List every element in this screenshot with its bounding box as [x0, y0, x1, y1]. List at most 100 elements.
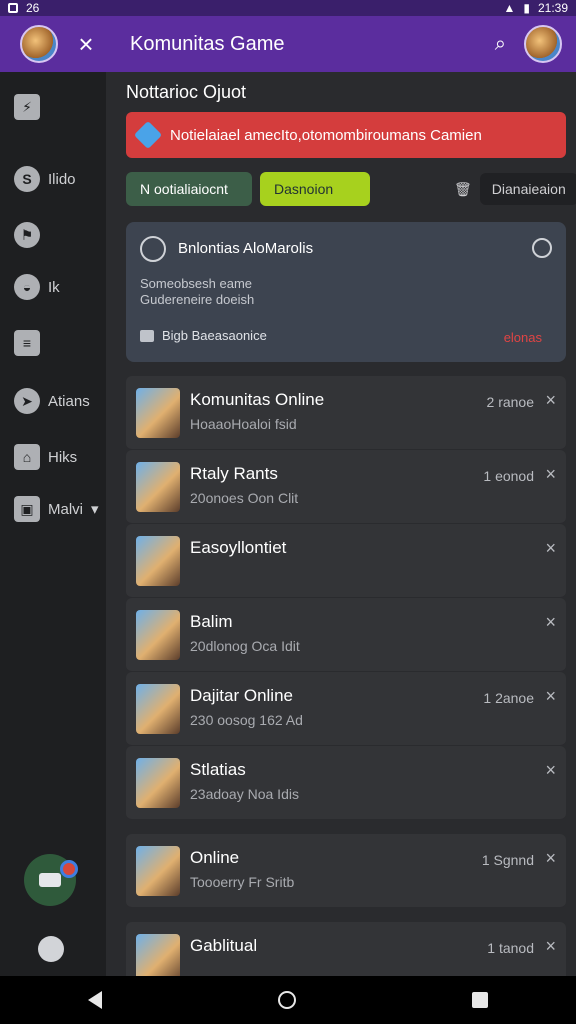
card-footer: Bigb Baeasaonice [140, 328, 267, 343]
sidebar: ⚡ S Ilido ⚑ ◒ Ik ≡ ➤ Atians ⌂ Hiks ▣ Mal… [0, 72, 106, 976]
sidebar-item-6[interactable]: ⌂ Hiks [14, 444, 77, 470]
sidebar-item-label-6: Hiks [48, 448, 78, 466]
sidebar-item-plug[interactable]: ⚡ [14, 94, 40, 120]
game-thumbnail [136, 536, 180, 586]
gem-icon [133, 120, 163, 150]
game-thumbnail [136, 846, 180, 896]
tag-icon [140, 329, 154, 342]
game-row-0[interactable]: Komunitas Online HoaaoHoaloi fsid 2 rano… [126, 376, 566, 450]
sidebar-item-label-3: Ik [48, 278, 60, 296]
card-footer-text: Bigb Baeasaonice [162, 328, 267, 343]
chip-dianaieaion-label: Dianaieaion [479, 173, 576, 205]
send-icon: ➤ [14, 388, 40, 414]
game-row-2[interactable]: Easoyllontiet × [126, 524, 566, 598]
status-bar: 26 ▲ ▮ 21:39 [0, 0, 576, 16]
hat-icon: ◒ [14, 274, 40, 300]
chip-notification[interactable]: N ootialiaiocnt [126, 172, 252, 206]
chat-icon [39, 873, 61, 887]
close-icon[interactable]: × [545, 390, 556, 411]
trash-icon: 🗑 [454, 180, 472, 197]
game-subtitle: 20onoes Oon Clit [190, 490, 299, 506]
status-right: ▲ ▮ 21:39 [503, 1, 568, 15]
game-thumbnail [136, 684, 180, 734]
section-title: Nottarioc Ojuot [126, 82, 247, 102]
chevron-down-icon: ▾ [91, 501, 99, 518]
game-title: Balim [190, 612, 233, 631]
game-title: Dajitar Online [190, 686, 293, 705]
close-icon[interactable]: × [545, 538, 556, 559]
profile-avatar[interactable] [20, 25, 58, 63]
wifi-icon: ▲ [503, 1, 516, 15]
status-time-left: 26 [26, 1, 40, 15]
game-thumbnail [136, 610, 180, 660]
home-button[interactable] [278, 991, 296, 1009]
chip-discussion-label: Dasnoion [274, 181, 334, 197]
game-subtitle: HoaaoHoaloi fsid [190, 416, 297, 432]
recents-button[interactable] [472, 992, 488, 1008]
sidebar-item-label-7: Malvi [48, 500, 84, 518]
sidebar-item-1[interactable]: S Ilido [14, 166, 76, 192]
game-thumbnail [136, 388, 180, 438]
game-thumbnail [136, 462, 180, 512]
game-meta: 1 eonod [483, 468, 534, 484]
game-list: Komunitas Online HoaaoHoaloi fsid 2 rano… [126, 376, 566, 996]
game-subtitle: 230 oosog 162 Ad [190, 712, 303, 728]
status-left: 26 [8, 1, 39, 15]
sidebar-item-4[interactable]: ≡ [14, 330, 40, 356]
plug-icon: ⚡ [14, 94, 40, 120]
game-title: Rtaly Rants [190, 464, 278, 483]
card-title: Bnlontias AloMarolis [178, 240, 314, 257]
sidebar-item-2[interactable]: ⚑ [14, 222, 40, 248]
card-status-red: elonas [503, 330, 542, 345]
game-subtitle: Toooerry Fr Sritb [190, 874, 295, 890]
close-icon[interactable]: × [545, 612, 556, 633]
list-icon: ≡ [14, 330, 40, 356]
info-card[interactable]: Bnlontias AloMarolis Someobsesh eame Gud… [126, 222, 566, 362]
wrench-icon [140, 236, 166, 262]
game-meta: 1 2anoe [483, 690, 534, 706]
sidebar-item-5[interactable]: ➤ Atians [14, 388, 90, 414]
search-icon[interactable]: ⌕ [495, 33, 506, 56]
game-title: Online [190, 848, 240, 867]
sidebar-item-7[interactable]: ▣ Malvi ▾ [14, 496, 99, 522]
close-icon[interactable]: × [545, 848, 556, 869]
sidebar-item-label-5: Atians [48, 392, 90, 410]
person-icon: ⚑ [14, 222, 40, 248]
game-subtitle: 20dlonog Oca Idit [190, 638, 300, 654]
battery-icon: ▮ [523, 1, 530, 15]
group-icon[interactable] [38, 936, 64, 962]
game-row-4[interactable]: Dajitar Online 230 oosog 162 Ad 1 2anoe … [126, 672, 566, 746]
close-icon[interactable]: × [545, 686, 556, 707]
s-icon: S [14, 166, 40, 192]
close-icon[interactable]: × [545, 464, 556, 485]
close-icon[interactable]: × [545, 760, 556, 781]
alert-banner[interactable]: Notielaiael amecIto,otomombiroumans Cami… [126, 112, 566, 158]
game-row-6[interactable]: Online Toooerry Fr Sritb 1 Sgnnd × [126, 834, 566, 908]
game-title: Easoyllontiet [190, 538, 287, 557]
game-thumbnail [136, 758, 180, 808]
page-title: Komunitas Game [130, 32, 285, 55]
cd-icon: ▣ [14, 496, 40, 522]
main-content: Nottarioc Ojuot Notielaiael amecIto,otom… [106, 72, 576, 996]
notification-badge [60, 860, 78, 878]
close-icon[interactable]: × [545, 936, 556, 957]
chip-dianaieaion[interactable]: 🗑 Dianaieaion [440, 172, 576, 206]
close-icon[interactable]: × [74, 29, 98, 60]
game-title: Stlatias [190, 760, 246, 779]
user-avatar[interactable] [524, 25, 562, 63]
clock-icon[interactable] [532, 238, 552, 258]
alert-text: Notielaiael amecIto,otomombiroumans Cami… [170, 126, 482, 144]
back-button[interactable] [88, 991, 102, 1009]
android-nav-bar [0, 976, 576, 1024]
game-row-3[interactable]: Balim 20dlonog Oca Idit × [126, 598, 566, 672]
game-title: Komunitas Online [190, 390, 325, 409]
fab-chat[interactable] [24, 854, 78, 906]
card-line-2: Gudereneire doeish [140, 292, 255, 307]
game-row-1[interactable]: Rtaly Rants 20onoes Oon Clit 1 eonod × [126, 450, 566, 524]
game-meta: 1 tanod [487, 940, 534, 956]
chip-discussion[interactable]: Dasnoion [260, 172, 370, 206]
sidebar-item-3[interactable]: ◒ Ik [14, 274, 60, 300]
game-meta: 1 Sgnnd [481, 852, 534, 868]
app-bar: × Komunitas Game ⌕ [0, 16, 576, 72]
game-row-5[interactable]: Stlatias 23adoay Noa Idis × [126, 746, 566, 820]
